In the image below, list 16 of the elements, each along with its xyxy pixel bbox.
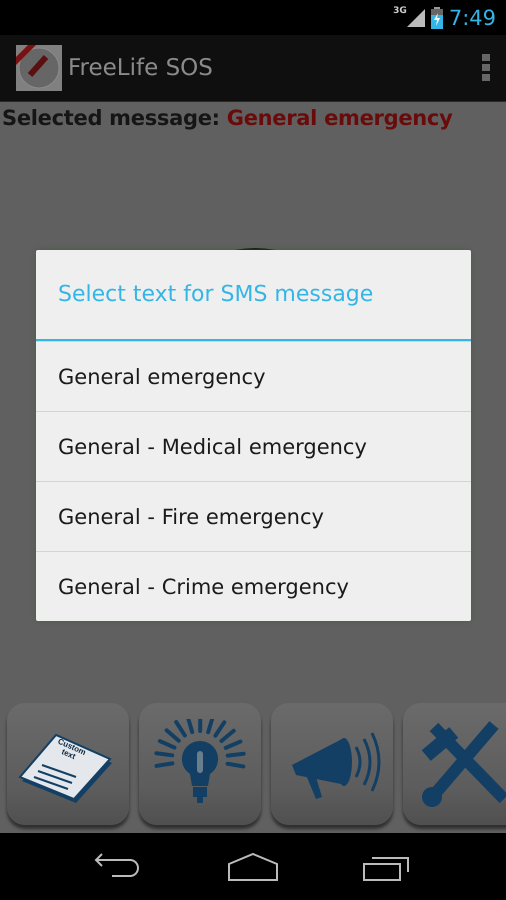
list-item[interactable]: General - Fire emergency bbox=[36, 481, 471, 551]
list-item[interactable]: General - Crime emergency bbox=[36, 551, 471, 621]
app-logo-icon bbox=[16, 45, 62, 91]
tile-button[interactable] bbox=[139, 703, 261, 825]
signal-icon bbox=[406, 8, 425, 26]
list-item[interactable]: General - Medical emergency bbox=[36, 411, 471, 481]
list-item[interactable]: General emergency bbox=[36, 341, 471, 411]
more-icon[interactable] bbox=[482, 54, 490, 82]
app-title: FreeLife SOS bbox=[68, 55, 214, 81]
clock: 7:49 bbox=[448, 6, 496, 30]
tile-button[interactable] bbox=[271, 703, 393, 825]
selected-message: Selected message: General emergency bbox=[1, 105, 454, 130]
dialog-title: Select text for SMS message bbox=[36, 250, 471, 341]
network-type: 3G bbox=[393, 6, 407, 16]
tile-button[interactable] bbox=[403, 703, 506, 825]
battery-icon bbox=[430, 6, 443, 28]
